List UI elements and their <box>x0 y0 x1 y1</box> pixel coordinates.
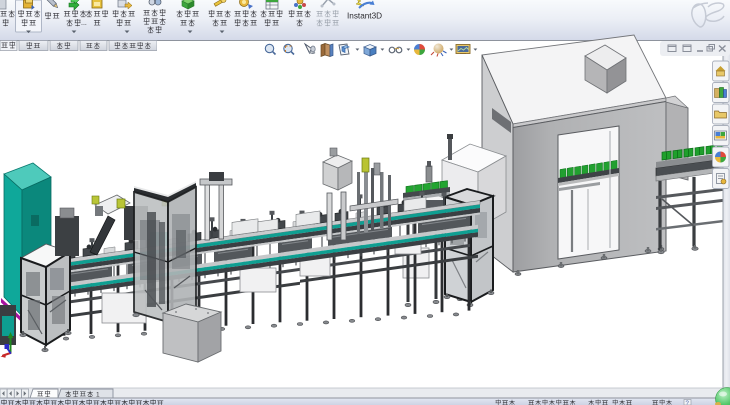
svg-text:Instant3D: Instant3D <box>347 12 382 21</box>
svg-text:1: 1 <box>96 392 100 399</box>
svg-text:...: ... <box>81 20 87 27</box>
